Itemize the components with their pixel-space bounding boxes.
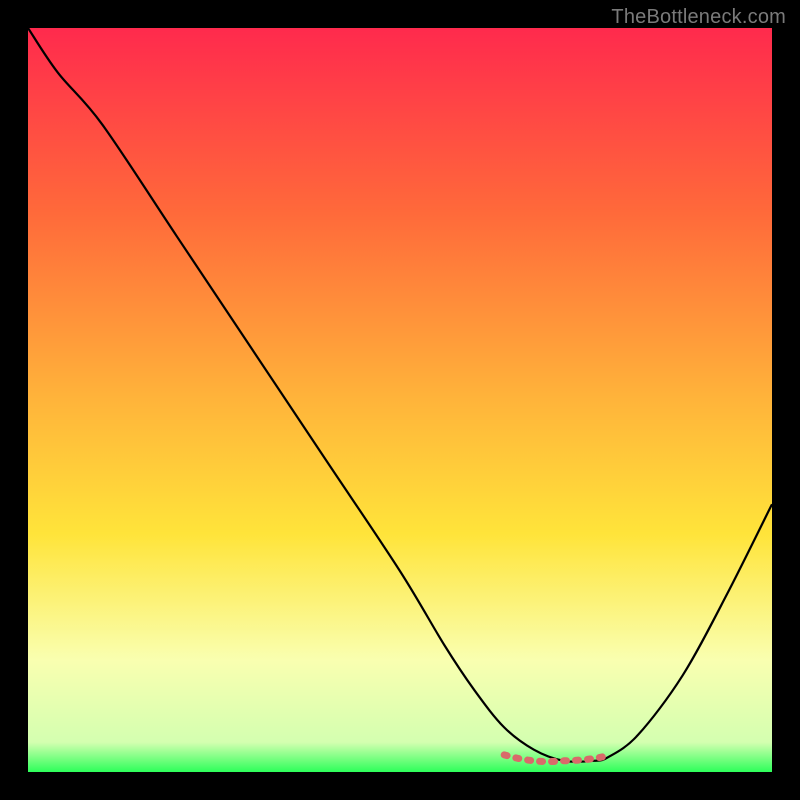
- chart-svg: [28, 28, 772, 772]
- chart-area: [28, 28, 772, 772]
- watermark-text: TheBottleneck.com: [611, 6, 786, 29]
- gradient-background: [28, 28, 772, 772]
